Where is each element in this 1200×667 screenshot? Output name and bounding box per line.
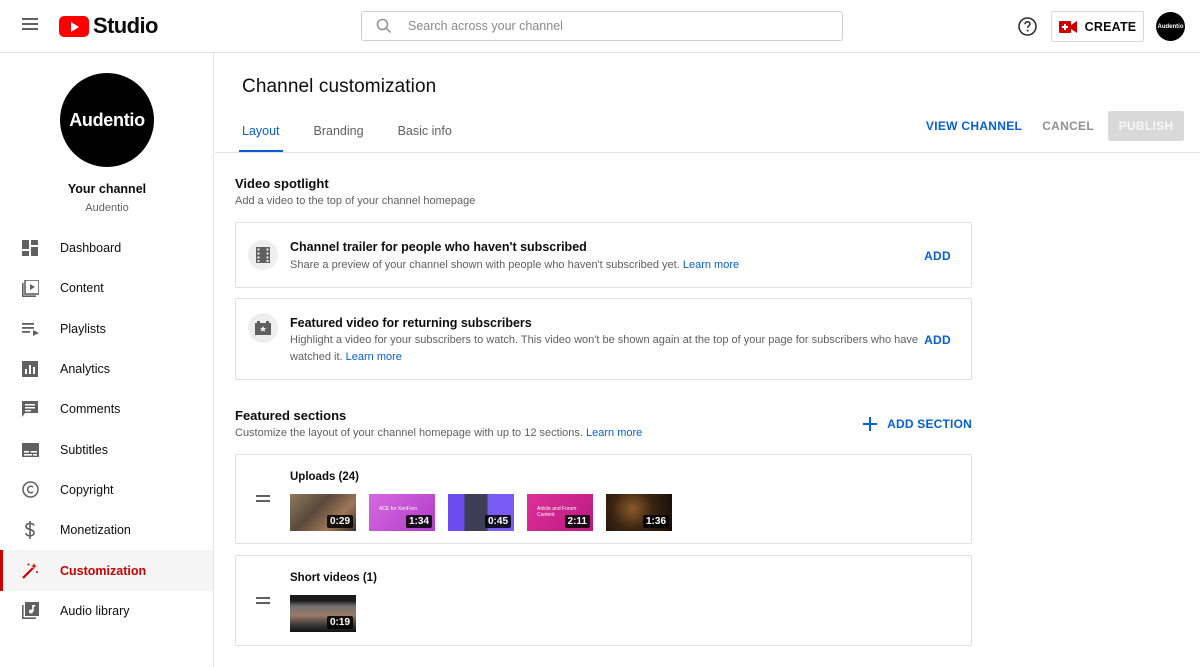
header-actions: VIEW CHANNEL CANCEL PUBLISH (926, 111, 1184, 141)
sidebar-item-label: Subtitles (60, 442, 108, 457)
sidebar-item-label: Playlists (60, 321, 106, 336)
sidebar-item-audio-library[interactable]: Audio library (0, 591, 213, 631)
playlists-icon (21, 320, 39, 338)
subtitles-icon (21, 441, 39, 459)
dollar-icon (21, 521, 39, 540)
content-icon (21, 279, 39, 297)
magic-wand-icon (21, 562, 39, 580)
channel-avatar[interactable]: Audentio (60, 73, 154, 167)
analytics-icon (21, 360, 39, 378)
tab-basic-info[interactable]: Basic info (398, 124, 452, 153)
sidebar-item-label: Content (60, 281, 104, 296)
card-title: Featured video for returning subscribers (290, 316, 532, 330)
sidebar-item-comments[interactable]: Comments (0, 389, 213, 429)
sidebar-item-subtitles[interactable]: Subtitles (0, 429, 213, 469)
card-description: Highlight a video for your subscribers t… (290, 334, 919, 363)
channel-name: Audentio (85, 202, 129, 214)
create-video-icon (1058, 20, 1077, 33)
search-input[interactable] (408, 19, 808, 33)
video-duration: 2:11 (564, 515, 590, 528)
drag-handle-icon[interactable] (256, 495, 270, 503)
sidebar-item-label: Copyright (60, 482, 114, 497)
spotlight-subtitle: Add a video to the top of your channel h… (235, 195, 476, 207)
publish-button[interactable]: PUBLISH (1108, 111, 1184, 141)
sidebar-item-customization[interactable]: Customization (0, 550, 213, 591)
top-bar: Studio CREATE Audentio (0, 0, 1200, 53)
learn-more-link[interactable]: Learn more (346, 351, 402, 363)
sidebar: Audentio Your channel Audentio Dashboard… (0, 53, 214, 667)
channel-trailer-card: Channel trailer for people who haven't s… (235, 222, 972, 288)
learn-more-link[interactable]: Learn more (586, 427, 642, 439)
youtube-logo-icon (59, 15, 89, 37)
video-thumbnail[interactable]: 0:29 (290, 494, 356, 531)
featured-sections-title: Featured sections (235, 408, 347, 423)
search-icon (376, 18, 392, 34)
section-row-title: Short videos (1) (290, 572, 377, 584)
video-duration: 1:36 (642, 515, 669, 528)
tab-bar: Layout Branding Basic info (239, 124, 486, 153)
video-thumbnails: 0:19 (290, 595, 369, 632)
featured-video-card: Featured video for returning subscribers… (235, 298, 972, 380)
video-thumbnail[interactable]: 0:19 (290, 595, 356, 632)
sidebar-item-dashboard[interactable]: Dashboard (0, 228, 213, 268)
short-videos-section-card: Short videos (1) 0:19 (235, 555, 972, 646)
cancel-button[interactable]: CANCEL (1042, 119, 1094, 133)
video-thumbnail[interactable]: 0:45 (448, 494, 514, 531)
sidebar-item-copyright[interactable]: Copyright (0, 470, 213, 510)
sidebar-item-content[interactable]: Content (0, 268, 213, 308)
video-thumbnail[interactable]: ACE for XenForo 1:34 (369, 494, 435, 531)
dashboard-icon (21, 239, 39, 257)
uploads-section-card: Uploads (24) 0:29 ACE for XenForo 1:34 0… (235, 454, 972, 544)
video-thumbnail[interactable]: 1:36 (606, 494, 672, 531)
audio-library-icon (21, 602, 39, 620)
sidebar-item-label: Audio library (60, 603, 130, 618)
account-avatar[interactable]: Audentio (1156, 12, 1185, 41)
tab-branding[interactable]: Branding (314, 124, 364, 153)
add-section-button[interactable]: ADD SECTION (863, 417, 972, 431)
add-featured-video-button[interactable]: ADD (924, 333, 951, 347)
sidebar-item-label: Analytics (60, 362, 111, 377)
tab-layout[interactable]: Layout (239, 124, 283, 153)
video-thumbnail[interactable]: Article and Forum Content 2:11 (527, 494, 593, 531)
thumbnail-caption: ACE for XenForo (379, 506, 418, 512)
sidebar-item-label: Customization (60, 563, 147, 578)
logo-text: Studio (93, 13, 158, 38)
create-label: CREATE (1084, 19, 1137, 34)
copyright-icon (21, 481, 39, 499)
sidebar-nav: Dashboard Content Playlists Analytics Co… (0, 228, 213, 631)
featured-sections-subtitle: Customize the layout of your channel hom… (235, 427, 643, 439)
card-description: Share a preview of your channel shown wi… (290, 259, 740, 271)
divider (215, 152, 1200, 153)
menu-icon[interactable] (19, 15, 41, 37)
video-duration: 0:19 (326, 616, 353, 629)
plus-icon (863, 417, 878, 431)
sidebar-item-label: Dashboard (60, 241, 122, 256)
drag-handle-icon[interactable] (256, 597, 270, 605)
search-box[interactable] (361, 11, 843, 41)
add-trailer-button[interactable]: ADD (924, 249, 951, 263)
sidebar-item-label: Monetization (60, 523, 131, 538)
main-content: Channel customization Layout Branding Ba… (215, 53, 1200, 667)
spotlight-title: Video spotlight (235, 176, 329, 191)
video-thumbnails: 0:29 ACE for XenForo 1:34 0:45 Article a… (290, 494, 685, 531)
film-icon (248, 240, 278, 270)
help-icon[interactable] (1017, 16, 1038, 37)
studio-logo[interactable]: Studio (59, 13, 158, 38)
learn-more-link[interactable]: Learn more (683, 259, 739, 271)
video-duration: 1:34 (405, 515, 432, 528)
create-button[interactable]: CREATE (1051, 11, 1144, 42)
sidebar-item-analytics[interactable]: Analytics (0, 349, 213, 389)
sidebar-item-label: Comments (60, 402, 121, 417)
comments-icon (21, 400, 39, 418)
sidebar-item-playlists[interactable]: Playlists (0, 309, 213, 349)
video-duration: 0:45 (484, 515, 511, 528)
page-title: Channel customization (242, 76, 437, 97)
sidebar-item-monetization[interactable]: Monetization (0, 510, 213, 550)
view-channel-button[interactable]: VIEW CHANNEL (926, 119, 1022, 133)
video-duration: 0:29 (326, 515, 353, 528)
featured-video-icon (248, 313, 278, 343)
your-channel-label: Your channel (67, 182, 147, 196)
section-row-title: Uploads (24) (290, 471, 360, 483)
card-title: Channel trailer for people who haven't s… (290, 240, 587, 254)
